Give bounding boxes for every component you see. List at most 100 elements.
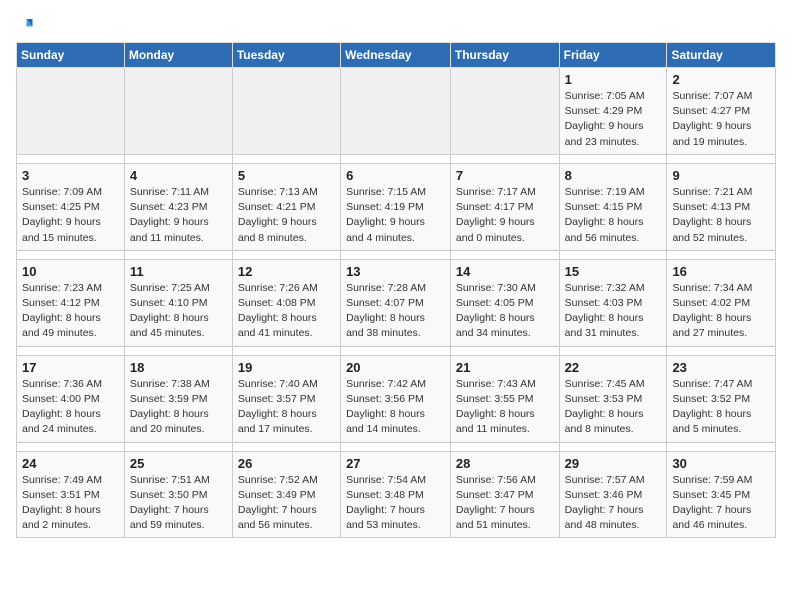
day-number: 21	[456, 360, 554, 375]
calendar-cell: 12 Sunrise: 7:26 AM Sunset: 4:08 PM Dayli…	[232, 259, 340, 346]
calendar-header-row: SundayMondayTuesdayWednesdayThursdayFrid…	[17, 43, 776, 68]
row-spacer	[17, 442, 776, 451]
day-number: 25	[130, 456, 227, 471]
day-number: 13	[346, 264, 445, 279]
calendar-cell: 19 Sunrise: 7:40 AM Sunset: 3:57 PM Dayli…	[232, 355, 340, 442]
calendar-cell: 11 Sunrise: 7:25 AM Sunset: 4:10 PM Dayli…	[124, 259, 232, 346]
day-info: Sunrise: 7:13 AM Sunset: 4:21 PM Dayligh…	[238, 185, 335, 246]
calendar-cell	[450, 68, 559, 155]
day-info: Sunrise: 7:45 AM Sunset: 3:53 PM Dayligh…	[565, 377, 662, 438]
calendar-cell: 27 Sunrise: 7:54 AM Sunset: 3:48 PM Dayli…	[341, 451, 451, 538]
day-number: 15	[565, 264, 662, 279]
day-info: Sunrise: 7:42 AM Sunset: 3:56 PM Dayligh…	[346, 377, 445, 438]
calendar-cell: 25 Sunrise: 7:51 AM Sunset: 3:50 PM Dayli…	[124, 451, 232, 538]
calendar-cell: 13Sunrise: 7:28 AM Sunset: 4:07 PM Dayli…	[341, 259, 451, 346]
calendar-cell: 4 Sunrise: 7:11 AM Sunset: 4:23 PM Daylig…	[124, 163, 232, 250]
calendar-cell: 18 Sunrise: 7:38 AM Sunset: 3:59 PM Dayli…	[124, 355, 232, 442]
day-info: Sunrise: 7:07 AM Sunset: 4:27 PM Dayligh…	[672, 89, 770, 150]
day-number: 11	[130, 264, 227, 279]
day-header-monday: Monday	[124, 43, 232, 68]
day-number: 6	[346, 168, 445, 183]
calendar-week-row: 17 Sunrise: 7:36 AM Sunset: 4:00 PM Dayli…	[17, 355, 776, 442]
calendar-cell: 16 Sunrise: 7:34 AM Sunset: 4:02 PM Dayli…	[667, 259, 776, 346]
day-info: Sunrise: 7:52 AM Sunset: 3:49 PM Dayligh…	[238, 473, 335, 534]
day-number: 3	[22, 168, 119, 183]
day-info: Sunrise: 7:38 AM Sunset: 3:59 PM Dayligh…	[130, 377, 227, 438]
day-number: 8	[565, 168, 662, 183]
day-number: 22	[565, 360, 662, 375]
day-number: 14	[456, 264, 554, 279]
day-number: 2	[672, 72, 770, 87]
day-number: 10	[22, 264, 119, 279]
calendar-cell: 7 Sunrise: 7:17 AM Sunset: 4:17 PM Daylig…	[450, 163, 559, 250]
page-header	[16, 16, 776, 34]
day-header-thursday: Thursday	[450, 43, 559, 68]
day-info: Sunrise: 7:32 AM Sunset: 4:03 PM Dayligh…	[565, 281, 662, 342]
calendar-cell: 3Sunrise: 7:09 AM Sunset: 4:25 PM Daylig…	[17, 163, 125, 250]
calendar-cell: 9 Sunrise: 7:21 AM Sunset: 4:13 PM Daylig…	[667, 163, 776, 250]
day-info: Sunrise: 7:36 AM Sunset: 4:00 PM Dayligh…	[22, 377, 119, 438]
day-number: 9	[672, 168, 770, 183]
day-number: 20	[346, 360, 445, 375]
calendar-cell: 30Sunrise: 7:59 AM Sunset: 3:45 PM Dayli…	[667, 451, 776, 538]
calendar-week-row: 10 Sunrise: 7:23 AM Sunset: 4:12 PM Dayli…	[17, 259, 776, 346]
calendar-week-row: 1Sunrise: 7:05 AM Sunset: 4:29 PM Daylig…	[17, 68, 776, 155]
row-spacer	[17, 154, 776, 163]
day-header-wednesday: Wednesday	[341, 43, 451, 68]
day-number: 26	[238, 456, 335, 471]
calendar-cell: 17 Sunrise: 7:36 AM Sunset: 4:00 PM Dayli…	[17, 355, 125, 442]
day-info: Sunrise: 7:49 AM Sunset: 3:51 PM Dayligh…	[22, 473, 119, 534]
calendar-cell	[17, 68, 125, 155]
calendar-cell: 23Sunrise: 7:47 AM Sunset: 3:52 PM Dayli…	[667, 355, 776, 442]
day-number: 27	[346, 456, 445, 471]
day-number: 19	[238, 360, 335, 375]
day-header-tuesday: Tuesday	[232, 43, 340, 68]
day-number: 1	[565, 72, 662, 87]
calendar-cell: 22 Sunrise: 7:45 AM Sunset: 3:53 PM Dayli…	[559, 355, 667, 442]
day-info: Sunrise: 7:40 AM Sunset: 3:57 PM Dayligh…	[238, 377, 335, 438]
day-number: 17	[22, 360, 119, 375]
day-number: 18	[130, 360, 227, 375]
calendar-cell	[232, 68, 340, 155]
calendar-cell: 2 Sunrise: 7:07 AM Sunset: 4:27 PM Daylig…	[667, 68, 776, 155]
calendar-cell: 15 Sunrise: 7:32 AM Sunset: 4:03 PM Dayli…	[559, 259, 667, 346]
day-number: 7	[456, 168, 554, 183]
day-info: Sunrise: 7:51 AM Sunset: 3:50 PM Dayligh…	[130, 473, 227, 534]
calendar-cell: 20 Sunrise: 7:42 AM Sunset: 3:56 PM Dayli…	[341, 355, 451, 442]
day-info: Sunrise: 7:26 AM Sunset: 4:08 PM Dayligh…	[238, 281, 335, 342]
day-info: Sunrise: 7:30 AM Sunset: 4:05 PM Dayligh…	[456, 281, 554, 342]
day-info: Sunrise: 7:43 AM Sunset: 3:55 PM Dayligh…	[456, 377, 554, 438]
day-info: Sunrise: 7:59 AM Sunset: 3:45 PM Dayligh…	[672, 473, 770, 534]
calendar-cell	[341, 68, 451, 155]
day-info: Sunrise: 7:23 AM Sunset: 4:12 PM Dayligh…	[22, 281, 119, 342]
day-info: Sunrise: 7:11 AM Sunset: 4:23 PM Dayligh…	[130, 185, 227, 246]
day-info: Sunrise: 7:54 AM Sunset: 3:48 PM Dayligh…	[346, 473, 445, 534]
row-spacer	[17, 346, 776, 355]
calendar-cell: 5 Sunrise: 7:13 AM Sunset: 4:21 PM Daylig…	[232, 163, 340, 250]
day-info: Sunrise: 7:17 AM Sunset: 4:17 PM Dayligh…	[456, 185, 554, 246]
day-header-friday: Friday	[559, 43, 667, 68]
day-number: 5	[238, 168, 335, 183]
day-number: 4	[130, 168, 227, 183]
calendar-cell: 8 Sunrise: 7:19 AM Sunset: 4:15 PM Daylig…	[559, 163, 667, 250]
day-header-saturday: Saturday	[667, 43, 776, 68]
day-header-sunday: Sunday	[17, 43, 125, 68]
day-number: 12	[238, 264, 335, 279]
day-number: 16	[672, 264, 770, 279]
calendar-cell: 21 Sunrise: 7:43 AM Sunset: 3:55 PM Dayli…	[450, 355, 559, 442]
calendar-cell: 26 Sunrise: 7:52 AM Sunset: 3:49 PM Dayli…	[232, 451, 340, 538]
day-info: Sunrise: 7:19 AM Sunset: 4:15 PM Dayligh…	[565, 185, 662, 246]
calendar-cell: 28 Sunrise: 7:56 AM Sunset: 3:47 PM Dayli…	[450, 451, 559, 538]
day-info: Sunrise: 7:57 AM Sunset: 3:46 PM Dayligh…	[565, 473, 662, 534]
day-info: Sunrise: 7:25 AM Sunset: 4:10 PM Dayligh…	[130, 281, 227, 342]
day-info: Sunrise: 7:34 AM Sunset: 4:02 PM Dayligh…	[672, 281, 770, 342]
logo-icon	[16, 16, 34, 34]
calendar-week-row: 3Sunrise: 7:09 AM Sunset: 4:25 PM Daylig…	[17, 163, 776, 250]
day-number: 29	[565, 456, 662, 471]
day-info: Sunrise: 7:56 AM Sunset: 3:47 PM Dayligh…	[456, 473, 554, 534]
calendar-table: SundayMondayTuesdayWednesdayThursdayFrid…	[16, 42, 776, 538]
day-number: 28	[456, 456, 554, 471]
day-info: Sunrise: 7:15 AM Sunset: 4:19 PM Dayligh…	[346, 185, 445, 246]
day-info: Sunrise: 7:21 AM Sunset: 4:13 PM Dayligh…	[672, 185, 770, 246]
day-info: Sunrise: 7:47 AM Sunset: 3:52 PM Dayligh…	[672, 377, 770, 438]
